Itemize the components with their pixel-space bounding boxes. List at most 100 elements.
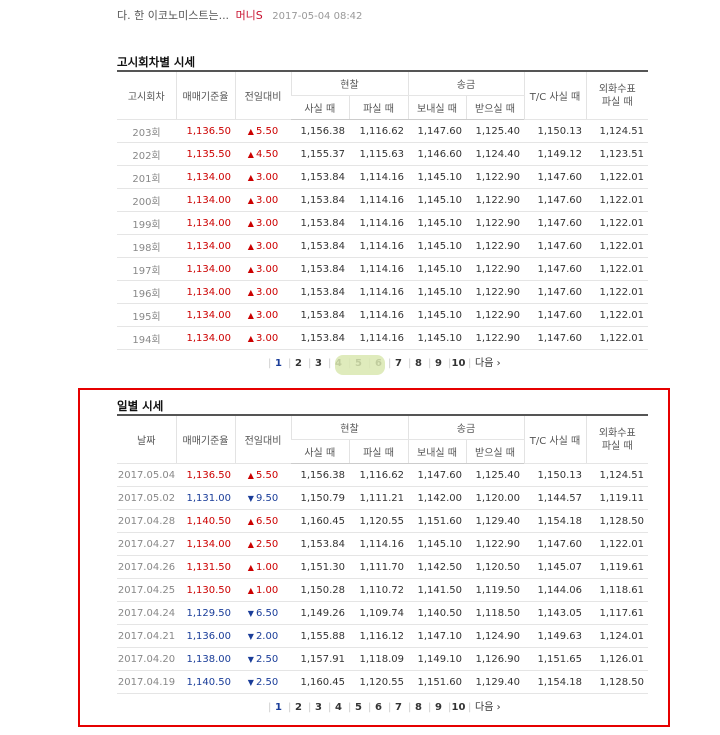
table-row: 2017.04.26 1,131.50 ▲ 1.00 1,151.30 1,111.70 1…	[117, 555, 648, 579]
tc-value: 1,149.12	[524, 142, 586, 166]
base-rate: 1,140.50	[176, 670, 235, 694]
page-link-4[interactable]: 4	[329, 701, 348, 715]
page-link-9[interactable]: 9	[429, 357, 448, 371]
tc-value: 1,144.57	[524, 486, 586, 510]
page-link-7[interactable]: 7	[389, 357, 408, 371]
row-label: 2017.04.25	[117, 578, 176, 602]
next-page-link[interactable]: 다음 ›	[475, 357, 501, 371]
change-value: 3.00	[255, 332, 279, 344]
page-link-10[interactable]: 10	[449, 701, 468, 715]
receive-value: 1,120.50	[466, 555, 524, 579]
row-label: 2017.04.28	[117, 509, 176, 533]
receive-value: 1,122.90	[466, 165, 524, 189]
up-triangle-icon: ▲	[247, 333, 254, 343]
header-receive: 받으실 때	[465, 95, 524, 120]
base-rate: 1,135.50	[176, 142, 235, 166]
base-rate: 1,134.00	[176, 234, 235, 258]
send-value: 1,145.10	[408, 303, 466, 327]
check-value: 1,128.50	[586, 670, 648, 694]
page-link-3[interactable]: 3	[309, 701, 328, 715]
row-label: 2017.04.27	[117, 532, 176, 556]
cash-sell-value: 1,109.74	[349, 601, 408, 625]
base-rate: 1,134.00	[176, 280, 235, 304]
table-row: 200회 1,134.00 ▲ 3.00 1,153.84 1,114.16 1,145.1…	[117, 188, 648, 212]
change-cell: ▲ 3.00	[235, 188, 291, 212]
row-label: 2017.04.20	[117, 647, 176, 671]
pager-separator: |	[468, 358, 472, 369]
change-value: 2.50	[255, 676, 279, 688]
check-value: 1,122.01	[586, 303, 648, 327]
change-cell: ▲ 3.00	[235, 303, 291, 327]
table-row: 203회 1,136.50 ▲ 5.50 1,156.38 1,116.62 1,147.6…	[117, 119, 648, 143]
change-value: 5.50	[255, 469, 279, 481]
page-link-1[interactable]: 1	[269, 701, 288, 715]
receive-value: 1,129.40	[466, 509, 524, 533]
page-link-2[interactable]: 2	[289, 357, 308, 371]
page-link-5[interactable]: 5	[349, 701, 368, 715]
table-row: 195회 1,134.00 ▲ 3.00 1,153.84 1,114.16 1,145.1…	[117, 303, 648, 327]
send-value: 1,147.60	[408, 119, 466, 143]
receive-value: 1,129.40	[466, 670, 524, 694]
cash-sell-value: 1,116.62	[349, 463, 408, 487]
change-value: 3.00	[255, 240, 279, 252]
header-cash-buy: 사실 때	[291, 439, 349, 464]
cash-buy-value: 1,160.45	[291, 670, 349, 694]
change-value: 3.00	[255, 217, 279, 229]
receive-value: 1,120.00	[466, 486, 524, 510]
check-value: 1,119.11	[586, 486, 648, 510]
page-link-8[interactable]: 8	[409, 357, 428, 371]
tc-value: 1,150.13	[524, 119, 586, 143]
send-value: 1,145.10	[408, 257, 466, 281]
base-rate: 1,138.00	[176, 647, 235, 671]
daily-rates-table: 날짜 매매기준율 전일대비 현찰 송금 T/C 사실 때 외화수표 파실 때 사…	[117, 414, 648, 694]
receive-value: 1,122.90	[466, 234, 524, 258]
header-cash-sell: 파실 때	[348, 95, 408, 120]
base-rate: 1,136.50	[176, 463, 235, 487]
send-value: 1,145.10	[408, 234, 466, 258]
page-link-2[interactable]: 2	[289, 701, 308, 715]
receive-value: 1,122.90	[466, 211, 524, 235]
change-cell: ▲ 3.00	[235, 326, 291, 350]
table-row: 2017.04.24 1,129.50 ▼ 6.50 1,149.26 1,109.74 1…	[117, 601, 648, 625]
table-row: 196회 1,134.00 ▲ 3.00 1,153.84 1,114.16 1,145.1…	[117, 280, 648, 304]
page-link-6[interactable]: 6	[369, 701, 388, 715]
receive-value: 1,119.50	[466, 578, 524, 602]
header-foreign-check: 외화수표 파실 때	[585, 71, 648, 120]
header-send: 보내실 때	[407, 95, 466, 120]
change-value: 5.50	[255, 125, 279, 137]
page-link-10[interactable]: 10	[449, 357, 468, 371]
tc-value: 1,147.60	[524, 188, 586, 212]
cash-buy-value: 1,156.38	[291, 119, 349, 143]
cash-sell-value: 1,114.16	[349, 326, 408, 350]
row-label: 2017.05.02	[117, 486, 176, 510]
page-link-8[interactable]: 8	[409, 701, 428, 715]
row-label: 2017.04.26	[117, 555, 176, 579]
daily-rates-section: 일별 시세 날짜 매매기준율 전일대비 현찰 송금 T/C 사실 때 외화수표 …	[117, 398, 648, 694]
header-change: 전일대비	[234, 71, 291, 120]
cash-sell-value: 1,114.16	[349, 532, 408, 556]
send-value: 1,145.10	[408, 326, 466, 350]
change-value: 3.00	[255, 286, 279, 298]
header-base-rate: 매매기준율	[175, 71, 235, 120]
table-row: 2017.04.28 1,140.50 ▲ 6.50 1,160.45 1,120.55 1…	[117, 509, 648, 533]
page-link-1[interactable]: 1	[269, 357, 288, 371]
cash-buy-value: 1,157.91	[291, 647, 349, 671]
down-triangle-icon: ▼	[247, 654, 254, 664]
change-cell: ▲ 3.00	[235, 257, 291, 281]
send-value: 1,146.60	[408, 142, 466, 166]
page-link-9[interactable]: 9	[429, 701, 448, 715]
row-label: 203회	[117, 119, 176, 143]
snippet-source[interactable]: 머니S	[236, 9, 263, 22]
send-value: 1,140.50	[408, 601, 466, 625]
up-triangle-icon: ▲	[247, 516, 254, 526]
page-link-7[interactable]: 7	[389, 701, 408, 715]
tc-value: 1,150.13	[524, 463, 586, 487]
table-row: 2017.04.21 1,136.00 ▼ 2.00 1,155.88 1,116.12 1…	[117, 624, 648, 648]
table-row: 198회 1,134.00 ▲ 3.00 1,153.84 1,114.16 1,145.1…	[117, 234, 648, 258]
next-page-link[interactable]: 다음 ›	[475, 701, 501, 715]
cash-sell-value: 1,120.55	[349, 670, 408, 694]
base-rate: 1,134.00	[176, 532, 235, 556]
base-rate: 1,136.00	[176, 624, 235, 648]
base-rate: 1,134.00	[176, 165, 235, 189]
page-link-3[interactable]: 3	[309, 357, 328, 371]
